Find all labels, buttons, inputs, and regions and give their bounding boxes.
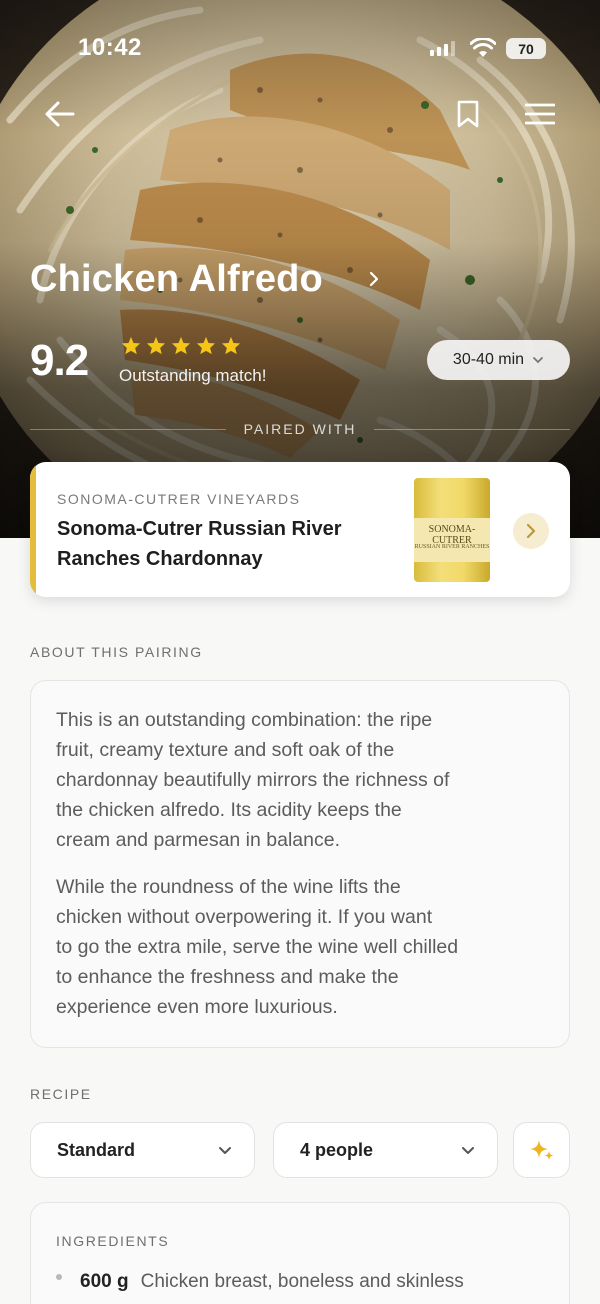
recipe-style-select[interactable]: Standard (30, 1122, 255, 1178)
card-accent-bar (30, 462, 36, 597)
bookmark-button[interactable] (448, 94, 488, 134)
open-wine-button[interactable] (513, 513, 549, 549)
status-bar: 10:42 70 (0, 30, 600, 70)
wifi-icon (470, 38, 496, 57)
ingredient-quantity: 600 g (80, 1271, 129, 1292)
wine-name: Sonoma-Cutrer Russian River Ranches Char… (57, 514, 387, 574)
paragraph-line: experience even more luxurious. (56, 996, 338, 1018)
divider-line (30, 428, 226, 430)
ingredients-card: INGREDIENTS 600 g Chicken breast, bonele… (30, 1202, 570, 1304)
bullet-icon (56, 1274, 62, 1280)
back-button[interactable] (40, 94, 80, 134)
star-icon (171, 336, 191, 355)
servings-select[interactable]: 4 people (273, 1122, 498, 1178)
star-icon (121, 336, 141, 355)
ingredient-name: Chicken breast, boneless and skinless (140, 1271, 464, 1292)
divider-line (374, 428, 570, 430)
sparkle-icon (529, 1140, 553, 1160)
paragraph-line: chardonnay beautifully mirrors the richn… (56, 769, 450, 791)
star-icon (221, 336, 241, 355)
paragraph-line: the chicken alfredo. Its acidity keeps t… (56, 799, 402, 821)
wine-pairing-card[interactable]: SONOMA-CUTRER VINEYARDS Sonoma-Cutrer Ru… (30, 462, 570, 597)
paragraph-line: cream and parmesan in balance. (56, 829, 340, 851)
recipe-section-label: RECIPE (30, 1086, 92, 1102)
about-section-label: ABOUT THIS PAIRING (30, 644, 203, 660)
ingredient-item: 600 g Chicken breast, boneless and skinl… (56, 1271, 464, 1293)
match-score: 9.2 (30, 336, 89, 385)
bottle-label-text: SONOMA-CUTRER (428, 524, 476, 546)
chevron-down-icon (462, 1146, 474, 1154)
bookmark-icon (457, 100, 479, 128)
paragraph-line: fruit, creamy texture and soft oak of th… (56, 739, 395, 761)
wine-bottle-image: SONOMA-CUTRER RUSSIAN RIVER RANCHES (414, 478, 490, 582)
winery-name: SONOMA-CUTRER VINEYARDS (57, 491, 301, 507)
paragraph-line: chicken without overpowering it. If you … (56, 906, 433, 928)
wine-name-line: Sonoma-Cutrer Russian River (57, 518, 342, 540)
paired-with-label: PAIRED WITH (243, 421, 357, 437)
recipe-style-value: Standard (57, 1139, 136, 1160)
match-description: Outstanding match! (119, 366, 267, 385)
about-paragraph-2: While the roundness of the wine lifts th… (56, 872, 548, 1022)
battery-level: 70 (518, 40, 534, 57)
recipe-title[interactable]: Chicken Alfredo (30, 258, 323, 301)
servings-value: 4 people (300, 1139, 374, 1160)
battery-icon: 70 (506, 38, 546, 59)
star-icon (146, 336, 166, 355)
chevron-down-icon (533, 357, 543, 364)
about-pairing-card: This is an outstanding combination: the … (30, 680, 570, 1048)
chevron-down-icon (219, 1146, 231, 1154)
cellular-signal-icon (430, 40, 455, 56)
wine-name-line: Ranches Chardonnay (57, 548, 263, 570)
chevron-right-icon[interactable] (368, 270, 380, 288)
ingredients-label: INGREDIENTS (56, 1233, 170, 1249)
paragraph-line: While the roundness of the wine lifts th… (56, 876, 401, 898)
hamburger-menu-icon (525, 103, 555, 125)
menu-button[interactable] (520, 94, 560, 134)
bottle-label-subtext: RUSSIAN RIVER RANCHES (414, 544, 490, 550)
status-time: 10:42 (78, 34, 142, 61)
about-paragraph-1: This is an outstanding combination: the … (56, 705, 548, 855)
cooking-time-dropdown[interactable]: 30-40 min (427, 340, 570, 380)
paragraph-line: to go the extra mile, serve the wine wel… (56, 936, 459, 958)
star-icon (196, 336, 216, 355)
chevron-right-icon (526, 523, 536, 539)
rating-stars (121, 336, 241, 355)
ai-sparkle-button[interactable] (513, 1122, 570, 1178)
arrow-left-icon (45, 101, 75, 127)
paragraph-line: This is an outstanding combination: the … (56, 709, 433, 731)
paragraph-line: to enhance the freshness and make the (56, 966, 399, 988)
cooking-time-label: 30-40 min (452, 351, 525, 368)
paired-with-divider: PAIRED WITH (30, 420, 570, 438)
